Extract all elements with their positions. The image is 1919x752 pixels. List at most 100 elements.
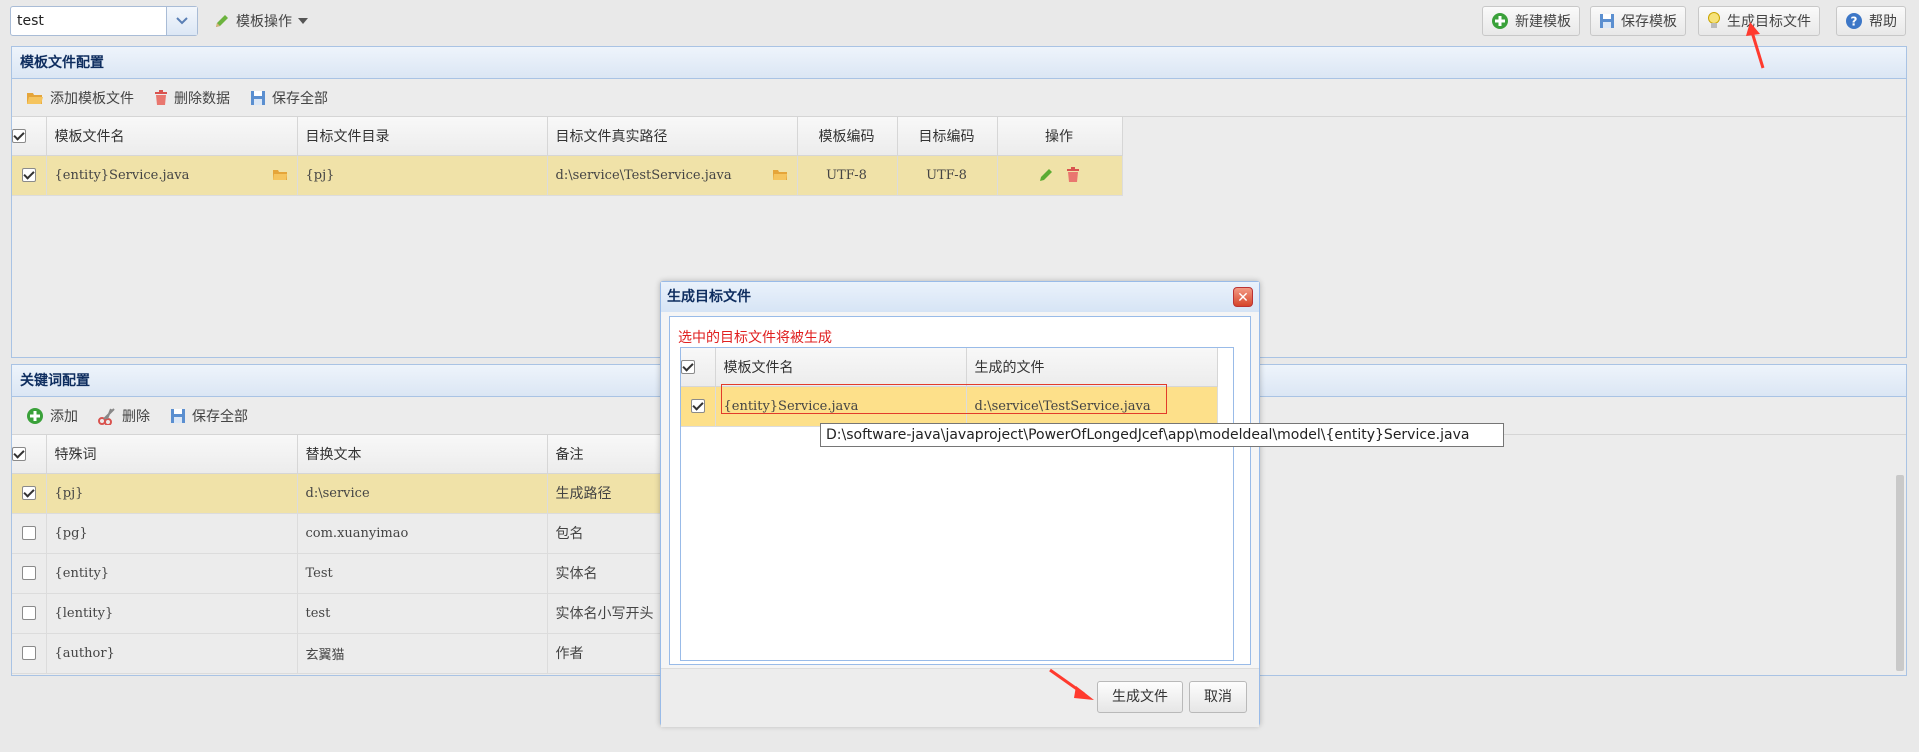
delete-data-button[interactable]: 删除数据 <box>154 88 230 108</box>
target-dir-cell[interactable]: {pj} <box>297 155 548 196</box>
save-icon <box>251 90 265 105</box>
column-template-name[interactable]: 模板文件名 <box>46 117 298 156</box>
dialog-title: 生成目标文件 <box>661 282 1259 312</box>
dialog-hint: 选中的目标文件将被生成 <box>678 330 832 346</box>
special-word-cell[interactable]: {pj} <box>46 473 298 514</box>
column-template-name[interactable]: 模板文件名 <box>715 348 967 387</box>
save-icon <box>1600 14 1614 28</box>
path-tooltip: D:\software-java\javaproject\PowerOfLong… <box>820 423 1504 447</box>
select-all-checkbox[interactable] <box>12 446 26 461</box>
folder-open-icon <box>27 92 43 104</box>
row-checkbox[interactable] <box>21 606 36 620</box>
close-button[interactable]: ✕ <box>1233 287 1253 307</box>
special-word-cell[interactable]: {pg} <box>46 513 298 554</box>
caret-down-icon <box>298 18 308 24</box>
row-checkbox-cell[interactable] <box>12 155 47 196</box>
pencil-icon <box>216 15 228 27</box>
template-select[interactable]: test <box>10 6 198 36</box>
template-panel-toolbar: 添加模板文件 删除数据 保存全部 <box>12 79 1906 117</box>
row-checkbox[interactable] <box>21 646 36 660</box>
delete-keyword-label: 删除 <box>122 408 150 425</box>
delete-data-label: 删除数据 <box>174 90 230 107</box>
highlight-box <box>721 384 1167 414</box>
new-template-button[interactable]: 新建模板 <box>1482 6 1580 36</box>
template-grid: 模板文件名 目标文件目录 目标文件真实路径 模板编码 目标编码 操作 {enti… <box>12 117 1123 196</box>
save-icon <box>171 408 185 423</box>
row-checkbox-cell[interactable] <box>12 633 47 674</box>
save-template-button[interactable]: 保存模板 <box>1590 6 1686 36</box>
replace-text-cell[interactable]: com.xuanyimao <box>297 513 548 554</box>
template-name-cell[interactable]: {entity}Service.java <box>46 155 298 196</box>
column-actions: 操作 <box>997 117 1123 156</box>
add-icon <box>1492 13 1508 29</box>
target-encoding-cell[interactable]: UTF-8 <box>897 155 998 196</box>
add-keyword-button[interactable]: 添加 <box>26 406 78 426</box>
cancel-button[interactable]: 取消 <box>1189 681 1247 713</box>
delete-keyword-button[interactable]: 删除 <box>98 406 150 426</box>
save-template-label: 保存模板 <box>1621 14 1677 30</box>
special-word-cell[interactable]: {lentity} <box>46 593 298 634</box>
folder-icon[interactable] <box>272 169 288 181</box>
select-all-checkbox[interactable] <box>12 128 26 143</box>
dialog-body: 选中的目标文件将被生成 模板文件名 生成的文件 {entity}Service.… <box>669 316 1251 665</box>
annotation-arrow-icon <box>1746 22 1765 69</box>
select-all-checkbox-cell[interactable] <box>681 348 716 387</box>
target-path: d:\service\TestService.java <box>555 167 732 183</box>
help-label: 帮助 <box>1869 14 1897 30</box>
template-save-all-label: 保存全部 <box>272 90 328 107</box>
row-checkbox-cell[interactable] <box>12 593 47 634</box>
add-template-file-button[interactable]: 添加模板文件 <box>26 88 134 108</box>
template-panel-title: 模板文件配置 <box>12 47 1906 79</box>
trash-icon[interactable] <box>1066 167 1080 183</box>
folder-icon[interactable] <box>772 169 788 181</box>
dialog-footer: 生成文件 取消 <box>661 668 1259 727</box>
row-checkbox[interactable] <box>21 168 36 182</box>
table-row[interactable]: {entity}Service.java {pj} d:\service\Tes… <box>12 155 1123 196</box>
row-checkbox[interactable] <box>690 399 705 413</box>
select-all-checkbox-cell[interactable] <box>12 435 47 474</box>
trash-icon <box>155 89 167 105</box>
column-generated-file[interactable]: 生成的文件 <box>966 348 1218 387</box>
row-checkbox[interactable] <box>21 526 36 540</box>
select-all-checkbox-cell[interactable] <box>12 117 47 156</box>
target-path-cell[interactable]: d:\service\TestService.java <box>547 155 798 196</box>
template-ops-menu[interactable]: 模板操作 <box>206 6 316 36</box>
chevron-down-icon[interactable] <box>166 7 197 35</box>
select-all-checkbox[interactable] <box>681 359 695 374</box>
column-template-encoding[interactable]: 模板编码 <box>797 117 898 156</box>
column-replace-text[interactable]: 替换文本 <box>297 435 548 474</box>
generate-target-dialog: 生成目标文件 ✕ 选中的目标文件将被生成 模板文件名 生成的文件 {entity… <box>660 281 1260 727</box>
row-checkbox-cell[interactable] <box>12 473 47 514</box>
row-checkbox-cell[interactable] <box>12 553 47 594</box>
add-icon <box>27 407 43 424</box>
generate-file-button[interactable]: 生成文件 <box>1097 681 1183 713</box>
row-checkbox-cell[interactable] <box>12 513 47 554</box>
row-checkbox-cell[interactable] <box>681 386 716 427</box>
replace-text-cell[interactable]: test <box>297 593 548 634</box>
help-button[interactable]: ? 帮助 <box>1836 6 1906 36</box>
row-checkbox[interactable] <box>21 566 36 580</box>
keyword-save-all-button[interactable]: 保存全部 <box>170 406 248 426</box>
svg-text:?: ? <box>1851 15 1858 29</box>
special-word-cell[interactable]: {entity} <box>46 553 298 594</box>
row-checkbox[interactable] <box>21 486 36 500</box>
column-special-word[interactable]: 特殊词 <box>46 435 298 474</box>
column-target-encoding[interactable]: 目标编码 <box>897 117 998 156</box>
replace-text-cell[interactable]: Test <box>297 553 548 594</box>
add-template-file-label: 添加模板文件 <box>50 90 134 107</box>
replace-text-cell[interactable]: 玄翼猫 <box>297 633 548 674</box>
special-word-cell[interactable]: {author} <box>46 633 298 674</box>
actions-cell <box>997 155 1123 196</box>
template-encoding-cell[interactable]: UTF-8 <box>797 155 898 196</box>
column-target-path[interactable]: 目标文件真实路径 <box>547 117 798 156</box>
new-template-label: 新建模板 <box>1515 14 1571 30</box>
column-target-dir[interactable]: 目标文件目录 <box>297 117 548 156</box>
template-save-all-button[interactable]: 保存全部 <box>250 88 328 108</box>
scissors-icon <box>98 407 115 425</box>
keyword-save-all-label: 保存全部 <box>192 408 248 425</box>
replace-text-cell[interactable]: d:\service <box>297 473 548 514</box>
annotation-arrow-icon <box>1049 668 1094 700</box>
scrollbar[interactable] <box>1896 475 1904 671</box>
edit-icon[interactable] <box>1038 167 1054 183</box>
template-ops-label: 模板操作 <box>236 14 292 30</box>
